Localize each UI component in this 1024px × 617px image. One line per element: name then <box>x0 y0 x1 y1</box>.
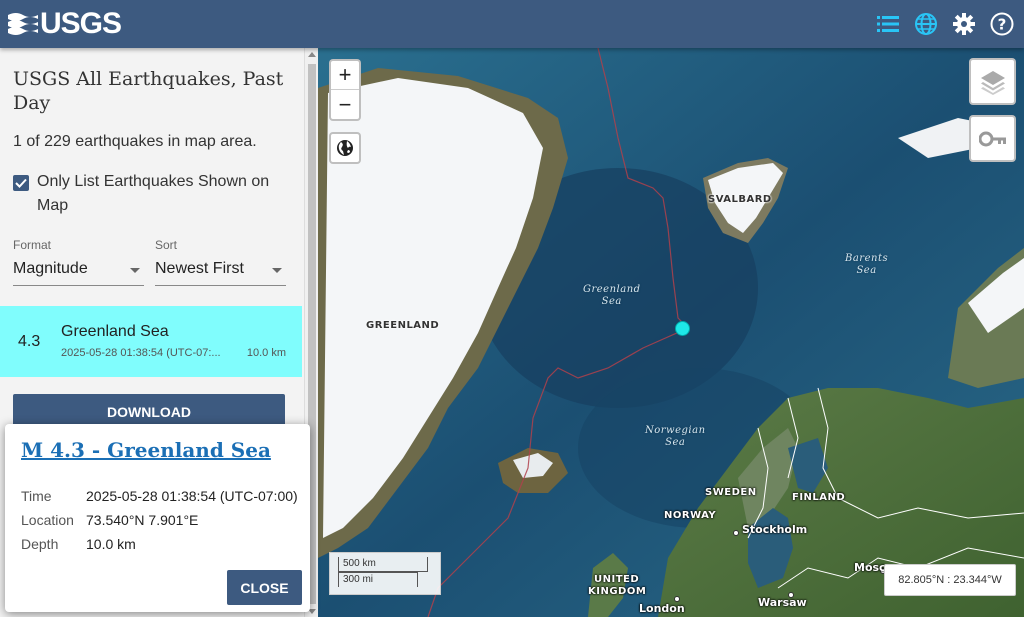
scale-km: 500 km <box>338 557 428 572</box>
norwegian-sea-label: Norwegian Sea <box>645 425 706 448</box>
popup-title-link[interactable]: M 4.3 - Greenland Sea <box>21 438 271 462</box>
format-select[interactable]: Format Magnitude <box>13 238 144 286</box>
list-item[interactable]: 4.3 Greenland Sea 2025-05-28 01:38:54 (U… <box>0 306 302 377</box>
earthquake-marker[interactable] <box>675 321 690 336</box>
app-header: USGS ? <box>0 0 1024 48</box>
usgs-wave-icon <box>8 13 38 35</box>
list-title: USGS All Earthquakes, Past Day <box>13 68 284 114</box>
sort-label: Sort <box>155 238 178 252</box>
svalbard-label: SVALBARD <box>708 194 772 205</box>
stockholm-dot <box>733 530 739 536</box>
logo-text: USGS <box>40 7 122 40</box>
united-kingdom-label-2: KINGDOM <box>588 586 647 597</box>
london-label: London <box>639 602 685 615</box>
moscow-label: Mosc <box>854 561 886 574</box>
check-icon <box>15 178 27 188</box>
zoom-control: + − <box>329 59 361 121</box>
warsaw-label: Warsaw <box>758 596 807 609</box>
format-label: Format <box>13 238 52 252</box>
stockholm-label: Stockholm <box>742 523 808 536</box>
globe-icon <box>337 140 353 156</box>
earthquake-count: 1 of 229 earthquakes in map area. <box>13 133 257 150</box>
globe-icon[interactable] <box>914 12 938 36</box>
earthquake-magnitude: 4.3 <box>18 333 41 350</box>
earthquake-popup: M 4.3 - Greenland Sea Time 2025-05-28 01… <box>5 424 310 612</box>
close-button[interactable]: CLOSE <box>227 570 302 605</box>
map-basemap <box>318 48 1024 617</box>
popup-time-label: Time <box>21 488 52 504</box>
greenland-label: GREENLAND <box>366 320 440 331</box>
zoom-in-button[interactable]: + <box>331 61 359 90</box>
earthquake-depth: 10.0 km <box>246 347 286 359</box>
format-value: Magnitude <box>13 260 88 277</box>
sweden-label: SWEDEN <box>705 487 757 498</box>
layers-icon <box>980 70 1005 95</box>
gear-icon[interactable] <box>952 12 976 36</box>
popup-depth-label: Depth <box>21 536 59 552</box>
svg-text:?: ? <box>998 16 1007 34</box>
list-icon[interactable] <box>876 12 900 36</box>
earthquake-time: 2025-05-28 01:38:54 (UTC-07:... <box>61 347 221 359</box>
popup-location-row: Location 73.540°N 7.901°E <box>21 512 198 528</box>
sort-value: Newest First <box>155 260 244 277</box>
help-icon[interactable]: ? <box>990 12 1014 36</box>
popup-depth-row: Depth 10.0 km <box>21 536 136 552</box>
key-icon <box>978 131 1006 146</box>
barents-sea-label: Barents Sea <box>845 253 889 276</box>
greenland-sea-label: Greenland Sea <box>583 284 641 307</box>
popup-location-label: Location <box>21 512 74 528</box>
scroll-up-arrow[interactable] <box>308 52 316 57</box>
only-list-label: Only List Earthquakes Shown on Map <box>37 173 270 214</box>
chevron-down-icon <box>130 268 140 273</box>
popup-time-value: 2025-05-28 01:38:54 (UTC-07:00) <box>86 488 298 504</box>
only-list-toggle[interactable]: Only List Earthquakes Shown on Map <box>13 170 283 218</box>
layers-button[interactable] <box>969 58 1016 105</box>
scale-mi: 300 mi <box>338 572 418 587</box>
zoom-out-button[interactable]: − <box>331 90 359 119</box>
map-view[interactable]: GREENLAND SVALBARD SWEDEN FINLAND NORWAY… <box>318 48 1024 617</box>
legend-button[interactable] <box>969 115 1016 162</box>
cursor-coordinates: 82.805°N : 23.344°W <box>884 564 1016 596</box>
finland-label: FINLAND <box>792 492 846 503</box>
popup-location-value: 73.540°N 7.901°E <box>86 512 199 528</box>
world-view-button[interactable] <box>329 132 361 164</box>
map-scale: 500 km 300 mi <box>329 552 441 595</box>
united-kingdom-label-1: UNITED <box>594 574 640 585</box>
usgs-logo[interactable]: USGS <box>8 7 122 41</box>
norway-label: NORWAY <box>664 510 717 521</box>
earthquake-place: Greenland Sea <box>61 323 169 340</box>
popup-depth-value: 10.0 km <box>86 536 136 552</box>
sort-select[interactable]: Sort Newest First <box>155 238 286 286</box>
popup-time-row: Time 2025-05-28 01:38:54 (UTC-07:00) <box>21 488 298 504</box>
only-list-checkbox[interactable] <box>13 175 29 191</box>
chevron-down-icon <box>272 268 282 273</box>
